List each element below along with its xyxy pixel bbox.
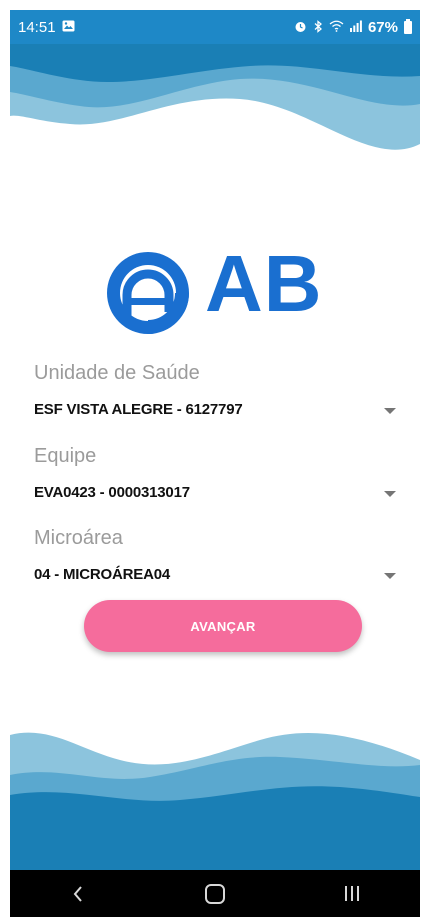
microarea-select[interactable]: 04 - MICROÁREA04 (34, 563, 404, 587)
recents-icon[interactable] (322, 874, 382, 914)
alarm-icon (294, 20, 307, 35)
equipe-select[interactable]: EVA0423 - 0000313017 (34, 481, 404, 505)
unidade-field: Unidade de Saúde ESF VISTA ALEGRE - 6127… (34, 360, 404, 422)
equipe-value: EVA0423 - 0000313017 (34, 484, 190, 501)
microarea-label: Microárea (34, 527, 123, 549)
bluetooth-icon (313, 19, 323, 35)
top-wave-decoration (10, 44, 420, 164)
battery-percent: 67% (367, 18, 398, 36)
signal-icon (349, 20, 362, 34)
equipe-label: Equipe (34, 445, 97, 467)
status-bar: 14:51 67% (10, 10, 420, 44)
app-screen: 14:51 67% AB Unidade de Saúde ESF VISTA … (0, 0, 430, 917)
system-nav-bar (10, 870, 420, 917)
avancar-button[interactable]: AVANÇAR (84, 600, 362, 652)
logo-text: AB (205, 239, 323, 328)
unidade-label: Unidade de Saúde (34, 362, 200, 384)
unidade-select[interactable]: ESF VISTA ALEGRE - 6127797 (34, 398, 404, 422)
unidade-value: ESF VISTA ALEGRE - 6127797 (34, 401, 243, 418)
back-icon[interactable] (48, 874, 108, 914)
microarea-field: Microárea 04 - MICROÁREA04 (34, 525, 404, 587)
chevron-down-icon (384, 491, 396, 497)
battery-icon (404, 18, 412, 34)
status-time: 14:51 (18, 18, 56, 36)
equipe-field: Equipe EVA0423 - 0000313017 (34, 443, 404, 505)
wifi-icon (329, 20, 344, 34)
app-logo: AB (105, 244, 345, 338)
bottom-wave-decoration (10, 732, 420, 870)
microarea-value: 04 - MICROÁREA04 (34, 566, 170, 583)
logo-a-icon (107, 252, 191, 336)
gallery-icon (62, 20, 75, 34)
chevron-down-icon (384, 573, 396, 579)
home-icon[interactable] (185, 874, 245, 914)
chevron-down-icon (384, 408, 396, 414)
